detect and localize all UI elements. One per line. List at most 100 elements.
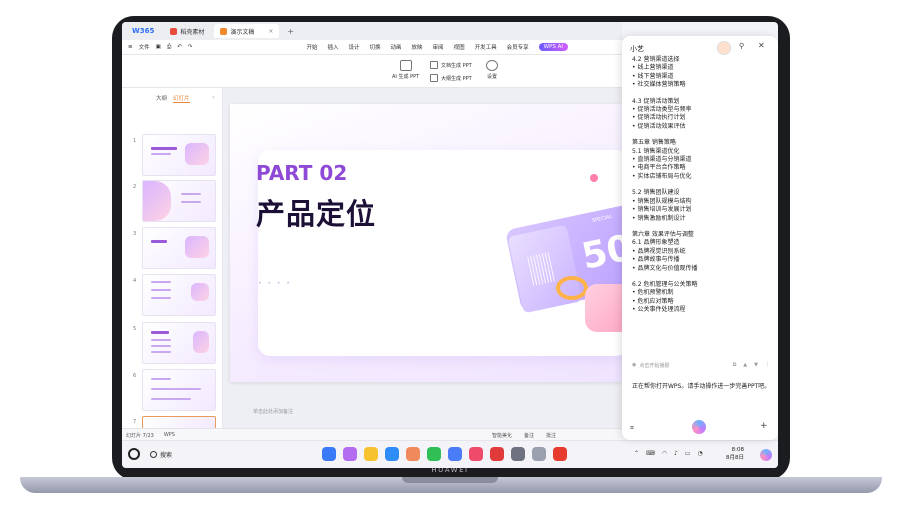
print-icon[interactable]: ⎙: [167, 44, 171, 51]
file-menu[interactable]: 文件: [139, 43, 150, 51]
section-item: • 品牌视觉识别系统: [632, 247, 686, 255]
ai-toolbar: AI 生成 PPT 文档生成 PPT 大纲生成 PPT 设置: [122, 55, 622, 88]
slide-title[interactable]: 产品定位: [256, 191, 376, 233]
new-tab-button[interactable]: +: [287, 27, 294, 36]
more-icon[interactable]: ⋮: [765, 362, 770, 369]
tab-daoke[interactable]: 稻壳素材: [164, 24, 210, 38]
speaker-icon[interactable]: ◉: [632, 362, 636, 369]
comments-button[interactable]: 批注: [546, 432, 556, 439]
response-section: 第六章 效果评估与调整 6.1 品牌形象塑造 • 品牌视觉识别系统 • 品牌故事与传播…: [632, 231, 772, 273]
mail-app-icon[interactable]: [490, 447, 504, 461]
battery-icon[interactable]: ▭: [685, 450, 691, 457]
slide-thumbnail[interactable]: [142, 369, 216, 411]
ribbon-tab[interactable]: 开发工具: [475, 43, 497, 51]
ribbon-tab[interactable]: 审阅: [433, 43, 444, 51]
slide-thumbnail[interactable]: [142, 274, 216, 316]
slide-thumbnail[interactable]: [142, 180, 216, 222]
decor-ring: [556, 276, 588, 300]
browser-app-icon[interactable]: [385, 447, 399, 461]
status-app-name: WPS: [163, 432, 175, 438]
slide-thumbnail-panel: 大纲 幻灯片 ‹ 1 2 3 4 5 6 7: [122, 88, 223, 430]
copy-icon[interactable]: ⧉: [733, 362, 737, 369]
calendar-app-icon[interactable]: [469, 447, 483, 461]
laptop-notch: [402, 477, 498, 483]
collapse-panel-icon[interactable]: ‹: [212, 94, 214, 101]
taskbar: 搜索 ⌃ ⌨ ◠ ♪ ▭ ◔ 8:08 8月8日: [122, 440, 778, 468]
section-item: • 实体店铺布局与优化: [632, 172, 692, 180]
slide-thumbnail[interactable]: [142, 227, 216, 269]
tab-label: 演示文稿: [230, 28, 255, 36]
thumbs-down-icon[interactable]: ▼: [754, 362, 758, 369]
section-item: • 销售培训与发展计划: [632, 206, 692, 214]
doc-to-ppt-button[interactable]: 文档生成 PPT: [430, 61, 472, 69]
notes-app-icon[interactable]: [364, 447, 378, 461]
notification-icon[interactable]: ◔: [697, 450, 702, 457]
ribbon-tab[interactable]: 切换: [370, 43, 381, 51]
settings-button[interactable]: 设置: [486, 60, 498, 80]
assistant-orb-icon[interactable]: [760, 449, 772, 461]
music-app-icon[interactable]: [448, 447, 462, 461]
tap-to-play[interactable]: 点击开始播报: [639, 362, 669, 369]
chevron-up-icon[interactable]: ⌃: [634, 450, 639, 457]
app-logo[interactable]: W365: [132, 27, 154, 35]
slide-number: 6: [133, 373, 137, 379]
thumbs-up-icon[interactable]: ▲: [743, 362, 747, 369]
keyboard-icon[interactable]: ⌨: [646, 450, 655, 457]
tab-bar: W365 稻壳素材 演示文稿 × +: [122, 22, 622, 40]
wifi-icon[interactable]: ◠: [662, 450, 667, 457]
ribbon-tab[interactable]: 动画: [391, 43, 402, 51]
panel-tabs: 大纲 幻灯片: [156, 94, 196, 103]
photos-app-icon[interactable]: [406, 447, 420, 461]
messages-app-icon[interactable]: [427, 447, 441, 461]
save-icon[interactable]: ▣: [156, 44, 161, 50]
pin-icon[interactable]: ⚲: [739, 42, 744, 50]
taskbar-apps: [322, 447, 574, 461]
decor-orb: [590, 174, 598, 182]
trash-app-icon[interactable]: [532, 447, 546, 461]
ribbon-tab[interactable]: 开始: [306, 43, 317, 51]
avatar[interactable]: [717, 41, 731, 55]
undo-icon[interactable]: ↶: [177, 44, 182, 50]
gallery-app-icon[interactable]: [343, 447, 357, 461]
section-heading: 第五章 销售策略: [632, 139, 676, 147]
voice-orb-icon[interactable]: [692, 420, 706, 434]
tab-label: 稻壳素材: [180, 28, 205, 36]
tab-presentation[interactable]: 演示文稿 ×: [214, 24, 280, 38]
crop-icon[interactable]: ⌗: [630, 424, 634, 433]
screen: W365 稻壳素材 演示文稿 × + ≡ 文件 ▣ ⎙ ↶ ↷ 开始 插入 设计…: [122, 22, 778, 468]
clock[interactable]: 8:08 8月8日: [726, 446, 744, 462]
tab-slides[interactable]: 幻灯片: [173, 94, 190, 103]
ribbon-tab[interactable]: 会员专享: [507, 43, 529, 51]
close-icon[interactable]: ✕: [758, 41, 765, 50]
slide-part-label[interactable]: PART 02: [256, 161, 347, 185]
ribbon-tab[interactable]: 设计: [348, 43, 359, 51]
ai-generate-ppt-button[interactable]: AI 生成 PPT: [392, 60, 419, 80]
slide-thumbnail[interactable]: [142, 134, 216, 176]
section-item: • 促销活动效果评估: [632, 122, 686, 130]
add-icon[interactable]: +: [760, 421, 768, 431]
redo-icon[interactable]: ↷: [188, 44, 193, 50]
slide-number: 7: [133, 419, 137, 425]
ribbon-tab[interactable]: 放映: [412, 43, 423, 51]
assistant-response: 4.2 营销渠道选择 • 线上营销渠道 • 线下营销渠道 • 社交媒体营销策略 4.3 …: [632, 56, 772, 323]
ribbon-tab[interactable]: 插入: [327, 43, 338, 51]
taskbar-search[interactable]: 搜索: [150, 450, 172, 459]
wps-app-icon[interactable]: [553, 447, 567, 461]
response-section: 4.3 促销活动策划 • 促销活动类型与频率 • 促销活动执行计划 • 促销活动效果评…: [632, 98, 772, 132]
outline-to-ppt-button[interactable]: 大纲生成 PPT: [430, 74, 472, 82]
tab-outline[interactable]: 大纲: [156, 94, 167, 103]
volume-icon[interactable]: ♪: [674, 450, 678, 457]
ai-generate-icon: [399, 60, 412, 71]
settings-app-icon[interactable]: [511, 447, 525, 461]
grid-app-icon[interactable]: [322, 447, 336, 461]
wps-ai-tab[interactable]: WPS AI: [538, 43, 568, 51]
ribbon-tab[interactable]: 视图: [454, 43, 465, 51]
notes-button[interactable]: 备注: [524, 432, 534, 439]
slide-thumbnail[interactable]: [142, 322, 216, 364]
notes-placeholder[interactable]: 单击此处添加备注: [253, 408, 293, 415]
menu-icon[interactable]: ≡: [128, 44, 133, 50]
start-button[interactable]: [128, 448, 140, 460]
smart-beautify-button[interactable]: 智能美化: [492, 432, 512, 439]
slide-canvas[interactable]: PART 02 产品定位 • • • • SPECIAL 50: [230, 104, 622, 382]
close-tab-icon[interactable]: ×: [268, 28, 273, 35]
